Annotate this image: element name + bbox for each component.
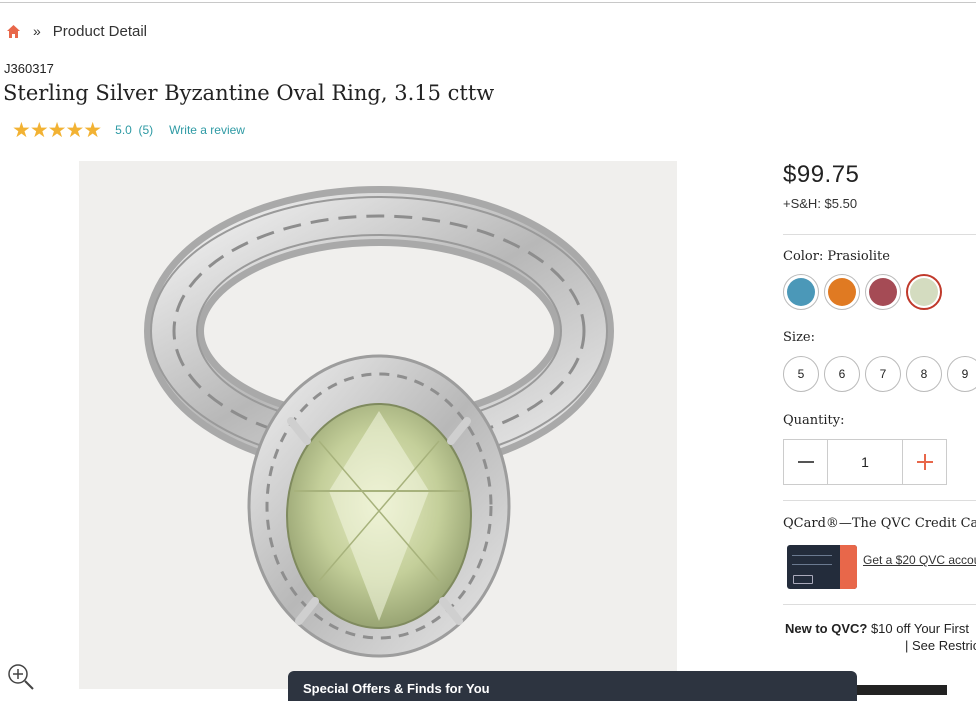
swatch-fill [828, 278, 856, 306]
qcard-title: QCard®—The QVC Credit Ca [783, 516, 976, 531]
restrictions-row: | See Restric [905, 638, 976, 653]
star-rating-icon[interactable]: ★★★★★ [12, 118, 102, 143]
size-option-5[interactable]: 5 [783, 356, 819, 392]
swatch-fill [910, 278, 938, 306]
quantity-input[interactable] [828, 440, 902, 484]
breadcrumb-current: Product Detail [52, 22, 148, 40]
size-option-6[interactable]: 6 [824, 356, 860, 392]
color-swatch-red[interactable] [865, 274, 901, 310]
rating-link[interactable]: 5.0 (5) [115, 123, 153, 137]
new-to-qvc-offer: $10 off Your First [867, 621, 970, 636]
size-option-7[interactable]: 7 [865, 356, 901, 392]
product-title: Sterling Silver Byzantine Oval Ring, 3.1… [3, 81, 495, 105]
breadcrumb: » Product Detail [6, 20, 147, 42]
card-text-lines [792, 555, 832, 565]
quantity-stepper [783, 439, 947, 485]
shipping-handling: +S&H: $5.50 [783, 196, 858, 211]
size-option-8[interactable]: 8 [906, 356, 942, 392]
divider [783, 234, 976, 235]
size-option-9[interactable]: 9 [947, 356, 976, 392]
rating-value: 5.0 [115, 123, 132, 137]
breadcrumb-separator: » [33, 23, 41, 39]
color-swatch-prasiolite[interactable] [906, 274, 942, 310]
plus-icon[interactable] [902, 440, 946, 484]
qcard-logo [793, 575, 813, 584]
product-image[interactable] [79, 161, 677, 689]
rating-row: ★★★★★ 5.0 (5) Write a review [12, 118, 245, 143]
quantity-label: Quantity: [783, 413, 845, 428]
new-to-qvc-bold: New to QVC? [785, 621, 868, 636]
divider [783, 604, 976, 605]
buy-box: $99.75 +S&H: $5.50 Color: Prasiolite Size… [783, 0, 976, 689]
home-icon[interactable] [6, 24, 21, 39]
qcard-card-image[interactable] [787, 545, 857, 589]
qcard-offer-link[interactable]: Get a $20 QVC accou [863, 553, 976, 567]
zoom-in-icon[interactable] [6, 662, 36, 692]
review-count: (5) [138, 123, 154, 137]
size-label: Size: [783, 330, 815, 345]
see-restrictions-link[interactable]: See Restric [912, 638, 976, 653]
minus-icon[interactable] [784, 440, 828, 484]
color-label: Color: Prasiolite [783, 249, 890, 264]
color-swatch-orange[interactable] [824, 274, 860, 310]
divider [783, 500, 976, 501]
item-number: J360317 [4, 61, 54, 76]
color-label-text: Color: [783, 249, 824, 264]
color-selected: Prasiolite [827, 249, 890, 264]
new-to-qvc-text: New to QVC? $10 off Your First [785, 621, 969, 636]
color-swatch-blue[interactable] [783, 274, 819, 310]
card-stripe [840, 545, 857, 589]
price: $99.75 [783, 161, 860, 188]
add-to-cart-button-partial[interactable] [857, 685, 947, 695]
restrictions-separator: | [905, 638, 912, 653]
swatch-fill [787, 278, 815, 306]
special-offers-bar[interactable]: Special Offers & Finds for You [288, 671, 857, 701]
write-review-link[interactable]: Write a review [169, 123, 245, 137]
swatch-fill [869, 278, 897, 306]
